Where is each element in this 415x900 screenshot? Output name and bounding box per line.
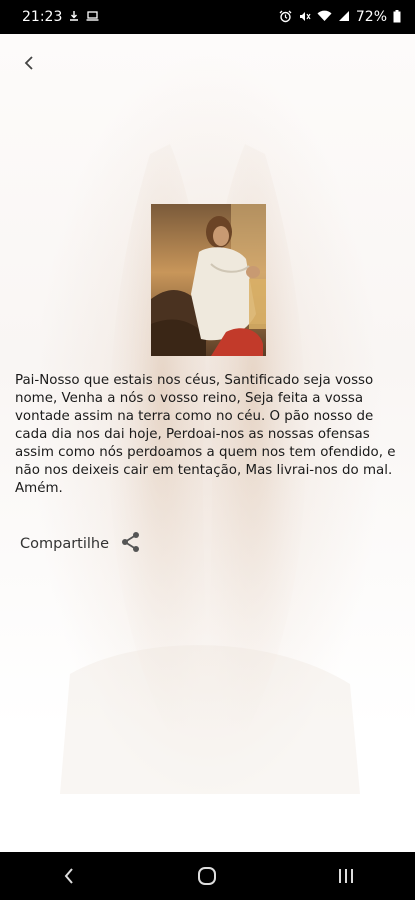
battery-icon — [393, 9, 401, 25]
jesus-praying-image — [151, 204, 266, 356]
usb-download-icon — [68, 10, 80, 24]
nav-back-button[interactable] — [39, 856, 99, 896]
battery-percent: 72% — [355, 9, 387, 25]
laptop-icon — [86, 10, 99, 24]
nav-home-icon — [198, 867, 217, 885]
navigation-bar — [0, 852, 415, 900]
status-right: 72% — [279, 9, 401, 25]
mute-icon — [298, 10, 311, 25]
share-button[interactable]: Compartilhe — [20, 531, 141, 557]
nav-recents-icon — [338, 869, 353, 883]
chevron-left-icon — [24, 56, 33, 70]
signal-icon — [338, 10, 350, 24]
status-bar: 21:23 72% — [0, 0, 415, 34]
back-button[interactable] — [14, 48, 44, 78]
share-label: Compartilhe — [20, 536, 110, 552]
share-icon — [121, 531, 141, 557]
wifi-icon — [317, 10, 332, 24]
prayer-text: Pai-Nosso que estais nos céus, Santifica… — [15, 373, 396, 496]
nav-recents-button[interactable] — [316, 856, 376, 896]
alarm-icon — [279, 10, 292, 25]
nav-back-icon — [64, 868, 73, 884]
prayer-screen: Pai-Nosso que estais nos céus, Santifica… — [0, 34, 415, 852]
status-time: 21:23 — [22, 9, 63, 25]
nav-home-button[interactable] — [177, 856, 237, 896]
status-left: 21:23 — [22, 9, 99, 25]
